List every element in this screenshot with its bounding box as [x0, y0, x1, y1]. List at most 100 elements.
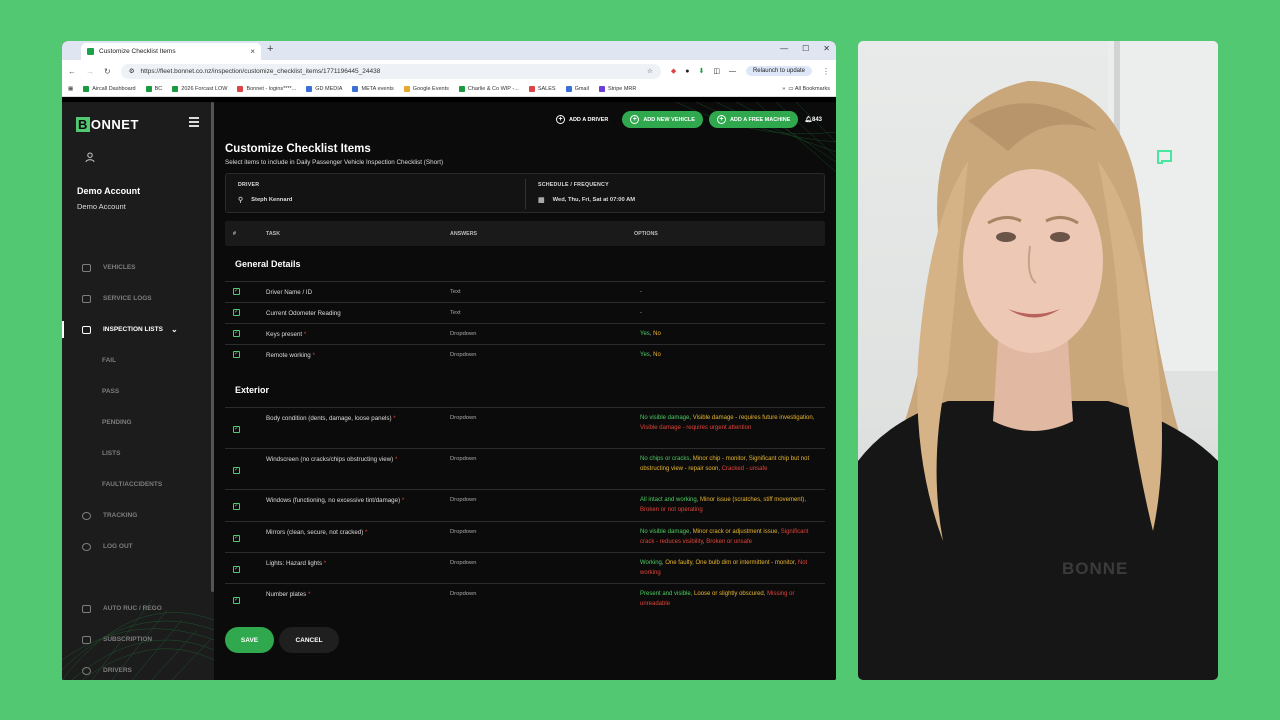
option-label: , — [812, 415, 815, 421]
presenter-video — [858, 41, 1218, 680]
bookmark-item[interactable]: GD MEDIA — [306, 86, 342, 92]
hamburger-menu-icon[interactable] — [189, 117, 199, 129]
browser-window: Customize Checklist Items × + — ☐ ✕ ← → … — [62, 41, 836, 680]
forward-icon[interactable]: → — [86, 67, 94, 76]
option-label: Minor issue (scratches, stiff movement) — [700, 497, 805, 503]
car-icon — [82, 263, 91, 272]
bookmark-item[interactable]: Stripe MRR — [598, 86, 636, 92]
table-row[interactable]: ✓ Windscreen (no cracks/chips obstructing… — [225, 448, 825, 489]
bookmarks-bar: ▦ Aircall Dashboard BC 2026 Forcast LOW … — [62, 82, 836, 97]
answer-type: Dropdown — [450, 591, 477, 597]
bookmark-item[interactable]: BC — [145, 86, 162, 92]
puzzle-icon[interactable]: ◫ — [713, 67, 720, 75]
add-vehicle-button[interactable]: + ADD NEW VEHICLE — [622, 111, 703, 128]
bookmark-item[interactable]: Gmail — [565, 86, 589, 92]
bookmark-item[interactable]: META events — [352, 86, 394, 92]
include-checkbox[interactable]: ✓ — [233, 535, 240, 542]
bookmark-item[interactable]: Aircall Dashboard — [83, 86, 136, 92]
answer-options: Yes, No — [640, 329, 822, 339]
user-icon[interactable] — [84, 152, 96, 164]
bookmark-star-icon[interactable]: ☆ — [647, 67, 653, 75]
task-name: Driver Name / ID — [266, 289, 313, 296]
bookmark-item[interactable]: Bonnet - logins****... — [237, 86, 296, 92]
table-row[interactable]: ✓ Driver Name / ID Text - — [225, 281, 825, 302]
add-machine-button[interactable]: + ADD A FREE MACHINE — [708, 111, 799, 128]
table-header: # TASK ANSWERS OPTIONS — [225, 221, 825, 246]
sidebar-item-pending[interactable]: PENDING — [62, 407, 211, 438]
answer-type: Text — [450, 310, 461, 316]
task-name: Windscreen (no cracks/chips obstructing … — [266, 456, 398, 463]
omnibox[interactable]: ⚙ https://fleet.bonnet.co.nz/inspection/… — [120, 63, 661, 79]
include-checkbox[interactable]: ✓ — [233, 566, 240, 573]
site-info-icon[interactable]: ⚙ — [129, 67, 135, 75]
menu-dots-icon[interactable]: ⋮ — [822, 67, 830, 76]
include-checkbox[interactable]: ✓ — [233, 503, 240, 510]
answer-type: Dropdown — [450, 560, 477, 566]
main-content: + ADD A DRIVER + ADD NEW VEHICLE + ADD A FR… — [214, 102, 836, 680]
answer-type: Dropdown — [450, 497, 477, 503]
sidebar-item-fault-accidents[interactable]: FAULT/ACCIDENTS — [62, 469, 211, 500]
apps-icon[interactable]: ▦ — [68, 86, 73, 92]
include-checkbox[interactable]: ✓ — [233, 351, 240, 358]
bookmark-item[interactable]: Google Events — [403, 86, 449, 92]
include-checkbox[interactable]: ✓ — [233, 597, 240, 604]
minimize-icon[interactable]: — — [780, 44, 788, 53]
close-window-icon[interactable]: ✕ — [823, 44, 830, 53]
extension-icon[interactable]: ◆ — [671, 67, 676, 75]
include-checkbox[interactable]: ✓ — [233, 288, 240, 295]
include-checkbox[interactable]: ✓ — [233, 426, 240, 433]
table-row[interactable]: ✓ Current Odometer Reading Text - — [225, 302, 825, 323]
separator-icon: — — [728, 67, 736, 75]
option-label: Yes — [640, 331, 650, 337]
all-bookmarks[interactable]: » ▭ All Bookmarks — [782, 86, 830, 92]
sidebar-item-pass[interactable]: PASS — [62, 376, 211, 407]
close-tab-icon[interactable]: × — [250, 47, 255, 56]
sidebar-item-inspection-lists[interactable]: INSPECTION LISTS ⌄ — [62, 314, 211, 345]
option-label: Working — [640, 560, 662, 566]
answer-type: Dropdown — [450, 529, 477, 535]
table-row[interactable]: ✓ Number plates * Dropdown Present and visi… — [225, 583, 825, 614]
task-name: Windows (functioning, no excessive tint/… — [266, 497, 405, 504]
add-driver-button[interactable]: + ADD A DRIVER — [547, 111, 617, 128]
table-row[interactable]: ✓ Mirrors (clean, secure, not cracked) * D… — [225, 521, 825, 552]
table-row[interactable]: ✓ Keys present * Dropdown Yes, No — [225, 323, 825, 344]
back-icon[interactable]: ← — [68, 67, 76, 76]
calendar-icon: ▦ — [538, 197, 545, 204]
download-icon[interactable]: ⬇ — [698, 67, 704, 75]
sidebar-item-vehicles[interactable]: VEHICLES — [62, 252, 211, 283]
driver-label: DRIVER — [238, 182, 260, 188]
include-checkbox[interactable]: ✓ — [233, 309, 240, 316]
include-checkbox[interactable]: ✓ — [233, 330, 240, 337]
bookmark-item[interactable]: 2026 Forcast LOW — [172, 86, 227, 92]
bookmark-item[interactable]: Charlie & Co WIP -... — [458, 86, 519, 92]
option-label: Visible damage - requires future investi… — [692, 415, 813, 421]
browser-tab[interactable]: Customize Checklist Items × — [81, 43, 261, 60]
cancel-button[interactable]: CANCEL — [279, 627, 339, 653]
option-label: Broken or not operating — [640, 507, 703, 513]
table-row[interactable]: ✓ Remote working * Dropdown Yes, No — [225, 344, 825, 365]
option-label: Yes — [640, 352, 650, 358]
new-tab-icon[interactable]: + — [267, 43, 273, 55]
required-marker: * — [394, 456, 398, 463]
table-row[interactable]: ✓ Body condition (dents, damage, loose pa… — [225, 407, 825, 448]
reload-icon[interactable]: ↻ — [104, 67, 111, 76]
task-name: Current Odometer Reading — [266, 310, 341, 317]
save-button[interactable]: SAVE — [225, 627, 274, 653]
sidebar-item-service-logs[interactable]: SERVICE LOGS — [62, 283, 211, 314]
url-text[interactable]: https://fleet.bonnet.co.nz/inspection/cu… — [141, 68, 641, 75]
bookmark-item[interactable]: SALES — [528, 86, 556, 92]
notifications[interactable]: 🔔︎843 — [804, 116, 822, 123]
table-row[interactable]: ✓ Windows (functioning, no excessive tint… — [225, 489, 825, 521]
schedule-label: SCHEDULE / FREQUENCY — [538, 182, 609, 188]
extension-icon[interactable]: ● — [685, 68, 689, 75]
maximize-icon[interactable]: ☐ — [802, 44, 809, 53]
plus-icon: + — [630, 115, 640, 124]
tab-strip: Customize Checklist Items × + — ☐ ✕ — [62, 41, 836, 60]
relaunch-button[interactable]: Relaunch to update — [745, 66, 812, 76]
sidebar-item-fail[interactable]: FAIL — [62, 345, 211, 376]
sidebar-item-lists[interactable]: LISTS — [62, 438, 211, 469]
bonnet-logo[interactable]: B ONNET — [76, 117, 139, 132]
sidebar-item-tracking[interactable]: TRACKING — [62, 500, 211, 531]
include-checkbox[interactable]: ✓ — [233, 467, 240, 474]
table-row[interactable]: ✓ Lights: Hazard lights * Dropdown Working,… — [225, 552, 825, 583]
